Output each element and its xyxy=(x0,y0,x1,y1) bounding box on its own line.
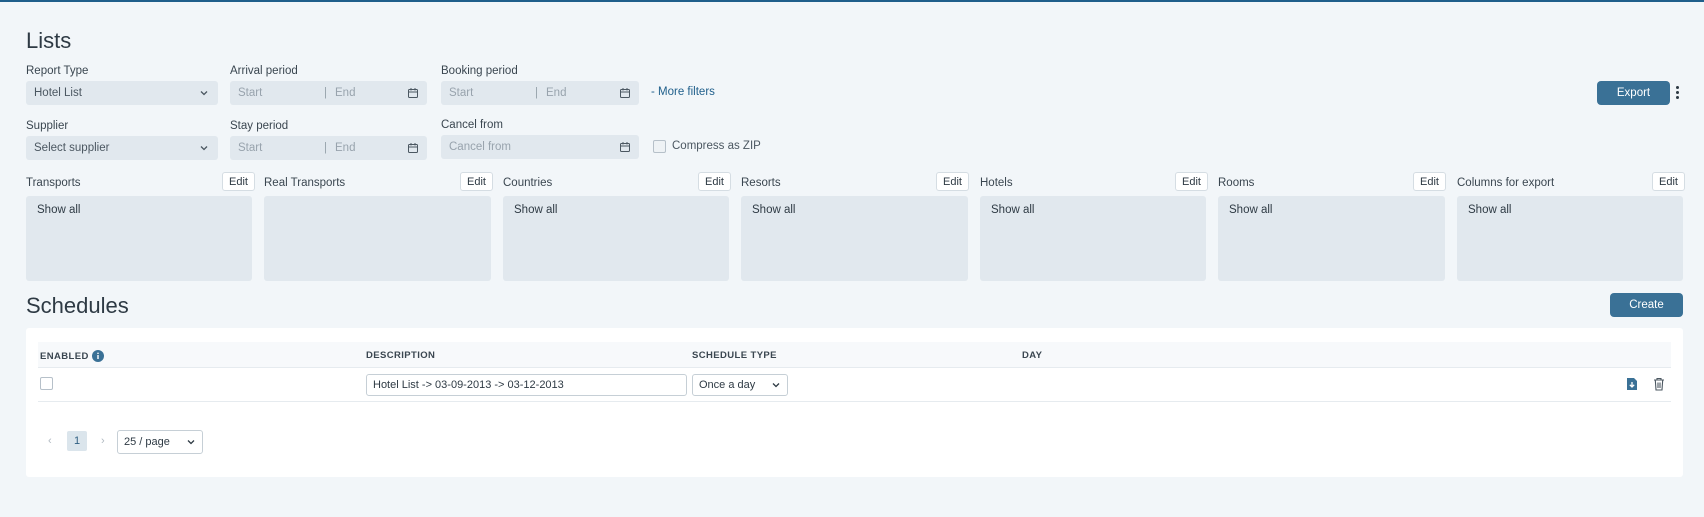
supplier-value: Select supplier xyxy=(34,142,110,154)
rooms-panel: Show all xyxy=(1218,196,1445,281)
arrival-start-input[interactable]: Start xyxy=(238,87,316,99)
rooms-content: Show all xyxy=(1229,204,1273,216)
real-transports-panel xyxy=(264,196,491,281)
description-header: DESCRIPTION xyxy=(366,350,436,361)
hotels-title: Hotels xyxy=(980,177,1013,189)
countries-panel: Show all xyxy=(503,196,729,281)
calendar-icon xyxy=(408,143,418,153)
rooms-edit-button[interactable]: Edit xyxy=(1413,172,1446,191)
hotels-panel: Show all xyxy=(980,196,1206,281)
chevron-down-icon xyxy=(187,440,195,445)
cancel-from-placeholder: Cancel from xyxy=(449,141,511,153)
resorts-content: Show all xyxy=(752,204,796,216)
lists-title: Lists xyxy=(26,28,72,53)
more-filters-link[interactable]: - More filters xyxy=(651,86,715,98)
cancel-from-input[interactable]: Cancel from xyxy=(441,135,639,159)
rooms-title: Rooms xyxy=(1218,177,1255,189)
booking-period-label: Booking period xyxy=(441,65,518,77)
supplier-select[interactable]: Select supplier xyxy=(26,136,218,160)
table-header xyxy=(38,342,1671,368)
chevron-down-icon xyxy=(198,142,210,154)
countries-edit-button[interactable]: Edit xyxy=(698,172,731,191)
page-size-select[interactable]: 25 / page xyxy=(117,430,203,454)
real-transports-title: Real Transports xyxy=(264,177,346,189)
booking-period-range[interactable]: Start | End xyxy=(441,81,639,105)
transports-title: Transports xyxy=(26,177,81,189)
range-separator: | xyxy=(324,87,327,99)
calendar-icon xyxy=(620,142,630,152)
compress-zip-checkbox[interactable] xyxy=(653,140,666,153)
page-1-button[interactable]: 1 xyxy=(67,431,87,451)
cancel-from-label: Cancel from xyxy=(441,119,503,131)
prev-page-button[interactable]: ‹ xyxy=(48,435,52,447)
calendar-icon xyxy=(620,88,630,98)
countries-title: Countries xyxy=(503,177,553,189)
supplier-label: Supplier xyxy=(26,120,69,132)
chevron-down-icon xyxy=(772,383,780,388)
resorts-edit-button[interactable]: Edit xyxy=(936,172,969,191)
real-transports-edit-button[interactable]: Edit xyxy=(460,172,493,191)
resorts-title: Resorts xyxy=(741,177,781,189)
stay-period-range[interactable]: Start | End xyxy=(230,136,427,160)
transports-edit-button[interactable]: Edit xyxy=(222,172,255,191)
enabled-header: ENABLED xyxy=(40,350,104,362)
columns-export-content: Show all xyxy=(1468,204,1512,216)
stay-start-input[interactable]: Start xyxy=(238,142,316,154)
columns-export-title: Columns for export xyxy=(1457,177,1555,189)
schedules-card: ENABLED DESCRIPTION SCHEDULE TYPE DAY Ho… xyxy=(26,328,1683,477)
schedules-title: Schedules xyxy=(26,293,129,318)
enabled-checkbox[interactable] xyxy=(40,377,53,390)
stay-period-label: Stay period xyxy=(230,120,289,132)
compress-zip-label: Compress as ZIP xyxy=(672,140,761,152)
arrival-period-range[interactable]: Start | End xyxy=(230,81,427,105)
info-icon[interactable] xyxy=(91,350,104,362)
booking-end-input[interactable]: End xyxy=(546,87,619,99)
next-page-button[interactable]: › xyxy=(101,435,105,447)
range-separator: | xyxy=(535,87,538,99)
countries-content: Show all xyxy=(514,204,558,216)
schedule-type-value: Once a day xyxy=(699,379,756,391)
report-type-select[interactable]: Hotel List xyxy=(26,81,218,105)
description-input[interactable]: Hotel List -> 03-09-2013 -> 03-12-2013 xyxy=(366,374,687,396)
create-button[interactable]: Create xyxy=(1610,293,1683,317)
description-value: Hotel List -> 03-09-2013 -> 03-12-2013 xyxy=(373,379,564,391)
hotels-content: Show all xyxy=(991,204,1035,216)
table-row xyxy=(38,368,1671,402)
transports-panel: Show all xyxy=(26,196,252,281)
range-separator: | xyxy=(324,142,327,154)
columns-export-edit-button[interactable]: Edit xyxy=(1652,172,1685,191)
calendar-icon xyxy=(408,88,418,98)
enabled-header-label: ENABLED xyxy=(40,350,89,362)
report-type-label: Report Type xyxy=(26,65,89,77)
booking-start-input[interactable]: Start xyxy=(449,87,527,99)
export-button[interactable]: Export xyxy=(1597,81,1670,105)
download-icon[interactable] xyxy=(1626,377,1638,391)
trash-icon[interactable] xyxy=(1653,377,1665,391)
columns-export-panel: Show all xyxy=(1457,196,1683,281)
schedule-type-header: SCHEDULE TYPE xyxy=(692,350,777,361)
hotels-edit-button[interactable]: Edit xyxy=(1175,172,1208,191)
arrival-period-label: Arrival period xyxy=(230,65,298,77)
page-size-value: 25 / page xyxy=(124,436,170,448)
day-header: DAY xyxy=(1022,350,1043,361)
more-options-icon[interactable] xyxy=(1675,86,1679,99)
report-type-value: Hotel List xyxy=(34,87,82,99)
schedule-type-select[interactable]: Once a day xyxy=(692,374,788,396)
stay-end-input[interactable]: End xyxy=(335,142,407,154)
arrival-end-input[interactable]: End xyxy=(335,87,407,99)
transports-content: Show all xyxy=(37,204,81,216)
resorts-panel: Show all xyxy=(741,196,968,281)
chevron-down-icon xyxy=(198,87,210,99)
